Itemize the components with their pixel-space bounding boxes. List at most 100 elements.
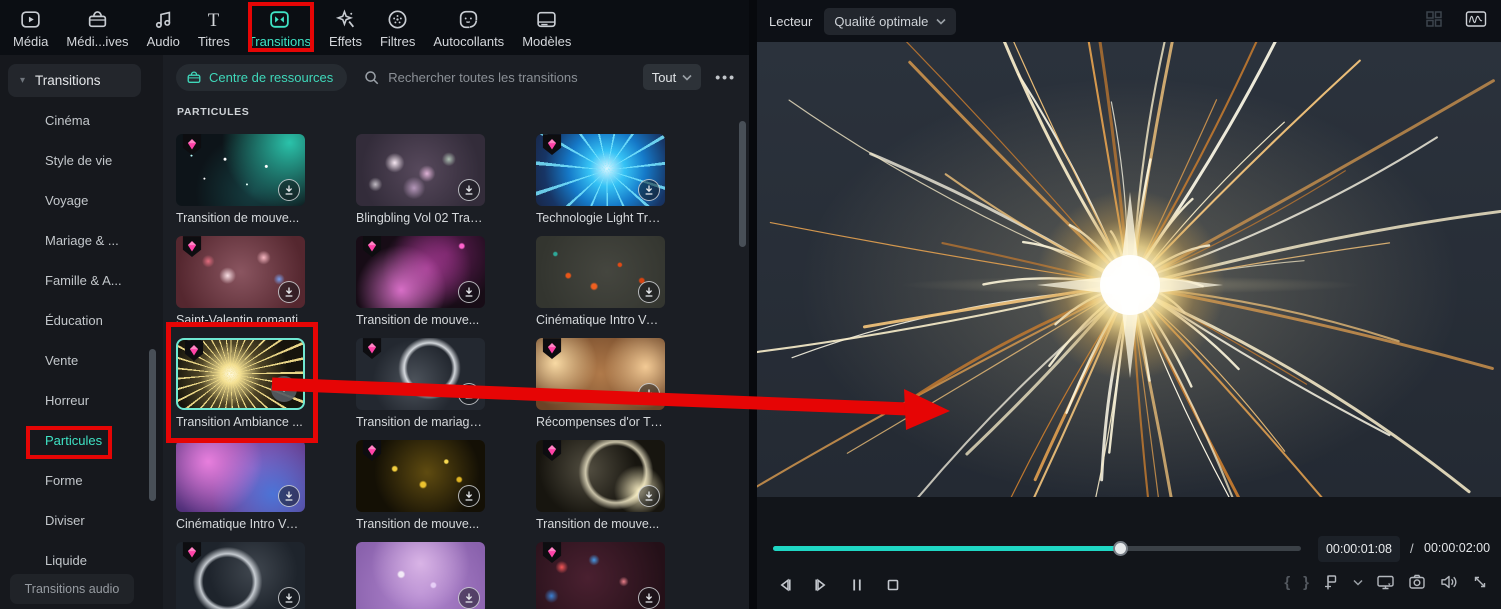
tab-stickers[interactable]: Autocollants (424, 0, 513, 55)
display-device-icon[interactable] (1376, 573, 1395, 591)
seek-thumb[interactable] (1112, 541, 1128, 556)
layout-grid-icon[interactable] (1425, 10, 1443, 33)
chevron-down-icon (682, 74, 692, 81)
add-transition-button[interactable]: + (271, 376, 297, 402)
stop-button[interactable] (881, 573, 905, 597)
media-icon (19, 7, 42, 33)
pro-badge-icon (542, 542, 562, 569)
transition-card[interactable]: Transition de mouve... (356, 236, 485, 338)
card-title: Saint-Valentin romanti (176, 313, 299, 327)
transition-card[interactable]: Transition de mariage ... (356, 338, 485, 440)
sidebar-item-famille[interactable]: Famille & A... (0, 261, 163, 301)
download-icon[interactable] (458, 587, 480, 609)
sidebar-item-education[interactable]: Éducation (0, 301, 163, 341)
pro-badge-icon (362, 236, 382, 263)
add-marker-icon[interactable] (1322, 573, 1340, 591)
transition-card[interactable]: Transition de mouve... (536, 440, 665, 542)
transition-card[interactable]: Cinématique Intro Vol ... (176, 440, 305, 542)
transition-card[interactable]: Technologie Light Tra... (536, 134, 665, 236)
sidebar-item-horreur[interactable]: Horreur (0, 381, 163, 421)
pro-badge-icon (362, 440, 382, 467)
sidebar-item-forme[interactable]: Forme (0, 461, 163, 501)
sidebar-item-diviser[interactable]: Diviser (0, 501, 163, 541)
previous-frame-button[interactable] (773, 573, 797, 597)
sidebar-item-voyage[interactable]: Voyage (0, 181, 163, 221)
download-icon[interactable] (458, 179, 480, 201)
download-icon[interactable] (278, 281, 300, 303)
card-title: Transition de mouve... (176, 211, 300, 225)
titles-icon: T (202, 7, 225, 33)
card-title: Cinématique Intro Vol ... (176, 517, 305, 531)
total-time: 00:00:02:00 (1424, 541, 1491, 555)
sidebar-item-mariage[interactable]: Mariage & ... (0, 221, 163, 261)
tab-stock-media[interactable]: Médi...ives (57, 0, 137, 55)
fullscreen-icon[interactable] (1471, 573, 1489, 591)
time-separator: / (1410, 541, 1414, 556)
sidebar-item-cinema[interactable]: Cinéma (0, 101, 163, 141)
stickers-icon (457, 7, 480, 33)
tab-effects[interactable]: Effets (320, 0, 371, 55)
stock-media-icon (86, 7, 109, 33)
transition-card-selected[interactable]: + Transition Ambiance ... (176, 338, 305, 440)
transition-card[interactable]: Saint-Valentin romanti (176, 236, 305, 338)
card-title: Transition de mouve... (536, 517, 660, 531)
pro-badge-icon (182, 134, 202, 161)
snapshot-camera-icon[interactable] (1408, 573, 1426, 591)
quality-dropdown[interactable]: Qualité optimale (824, 7, 957, 35)
transition-card[interactable] (536, 542, 665, 609)
filter-dropdown[interactable]: Tout (642, 64, 702, 90)
seek-bar[interactable] (773, 541, 1301, 556)
video-preview[interactable] (757, 42, 1501, 497)
sidebar-item-vente[interactable]: Vente (0, 341, 163, 381)
volume-icon[interactable] (1439, 573, 1458, 591)
pro-badge-icon (542, 440, 562, 467)
search-icon (365, 70, 379, 84)
tab-titles[interactable]: T Titres (189, 0, 239, 55)
marker-chevron-icon[interactable] (1353, 579, 1363, 586)
download-icon[interactable] (458, 281, 480, 303)
tab-templates[interactable]: Modèles (513, 0, 580, 55)
transition-card[interactable]: Récompenses d'or Tra... (536, 338, 665, 440)
transition-card[interactable]: Transition de mouve... (176, 134, 305, 236)
download-icon[interactable] (278, 587, 300, 609)
download-icon[interactable] (638, 485, 660, 507)
mark-in-icon[interactable]: { (1284, 574, 1290, 591)
card-title: Technologie Light Tra... (536, 211, 665, 225)
more-options-button[interactable]: ••• (715, 69, 736, 85)
download-icon[interactable] (638, 281, 660, 303)
sidebar-scrollbar[interactable] (149, 349, 156, 501)
pro-badge-icon (184, 340, 204, 367)
audio-transitions-button[interactable]: Transitions audio (10, 574, 134, 604)
download-icon[interactable] (638, 383, 660, 405)
mark-out-icon[interactable]: } (1303, 574, 1309, 591)
tab-filters[interactable]: Filtres (371, 0, 424, 55)
transition-card[interactable]: Blingbling Vol 02 Tran... (356, 134, 485, 236)
download-icon[interactable] (458, 485, 480, 507)
search-placeholder: Rechercher toutes les transitions (388, 69, 578, 85)
sidebar-group-transitions[interactable]: ▾ Transitions (8, 64, 141, 97)
tab-transitions[interactable]: Transitions (239, 0, 320, 55)
download-icon[interactable] (278, 485, 300, 507)
download-icon[interactable] (638, 587, 660, 609)
search-input[interactable]: Rechercher toutes les transitions (363, 69, 634, 86)
transition-card[interactable] (176, 542, 305, 609)
download-icon[interactable] (458, 383, 480, 405)
sidebar-item-particules[interactable]: Particules (0, 421, 163, 461)
download-icon[interactable] (278, 179, 300, 201)
sidebar-item-style-de-vie[interactable]: Style de vie (0, 141, 163, 181)
section-header: PARTICULES (177, 106, 250, 118)
content-scrollbar[interactable] (739, 121, 746, 247)
tab-audio[interactable]: Audio (138, 0, 189, 55)
resource-center-button[interactable]: Centre de ressources (176, 63, 348, 91)
chevron-down-icon (936, 18, 946, 25)
svg-text:T: T (208, 10, 220, 31)
tab-media[interactable]: Média (4, 0, 57, 55)
seek-bar-fill (773, 546, 1120, 551)
download-icon[interactable] (638, 179, 660, 201)
next-frame-button[interactable] (809, 573, 833, 597)
transition-card[interactable] (356, 542, 485, 609)
pause-button[interactable] (845, 573, 869, 597)
transition-card[interactable]: Cinématique Intro Vol ... (536, 236, 665, 338)
scopes-icon[interactable] (1465, 10, 1487, 33)
transition-card[interactable]: Transition de mouve... (356, 440, 485, 542)
